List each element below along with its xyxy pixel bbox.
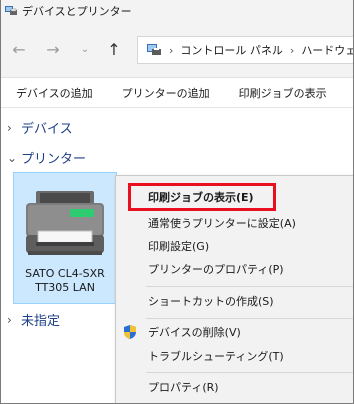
group-label: 未指定 bbox=[21, 314, 61, 329]
menu-item-set-default[interactable]: 通常使うプリンターに設定(A) bbox=[116, 212, 353, 234]
add-printer-button[interactable]: プリンターの追加 bbox=[122, 85, 210, 101]
menu-separator bbox=[146, 372, 353, 373]
menu-item-see-print-jobs[interactable]: 印刷ジョブの表示(E) bbox=[116, 186, 353, 208]
group-devices[interactable]: › デバイス bbox=[7, 118, 73, 138]
group-printers[interactable]: ⌄ プリンター bbox=[7, 148, 87, 168]
chevron-right-icon: › bbox=[289, 43, 295, 57]
printer-name-line-1: SATO CL4-SXR bbox=[25, 267, 105, 280]
add-device-button[interactable]: デバイスの追加 bbox=[16, 85, 93, 101]
menu-item-troubleshoot[interactable]: トラブルシューティング(T) bbox=[116, 345, 353, 367]
devices-printers-icon bbox=[4, 4, 18, 18]
menu-item-remove-device[interactable]: デバイスの削除(V) bbox=[116, 321, 353, 343]
printer-item[interactable]: SATO CL4-SXR TT305 LAN bbox=[13, 172, 117, 304]
window-title: デバイスとプリンター bbox=[22, 5, 132, 18]
chevron-right-icon: › bbox=[7, 312, 12, 327]
menu-item-properties[interactable]: プロパティ(R) bbox=[116, 376, 353, 398]
breadcrumb-control-panel[interactable]: コントロール パネル bbox=[180, 42, 283, 58]
arrow-left-icon[interactable]: ← bbox=[9, 40, 29, 60]
menu-separator bbox=[146, 318, 353, 319]
chevron-down-icon[interactable]: ⌄ bbox=[75, 40, 95, 60]
breadcrumb-hardware[interactable]: ハードウェアと bbox=[301, 42, 353, 58]
printer-name-line-2: TT305 LAN bbox=[35, 281, 95, 294]
address-bar[interactable]: › コントロール パネル › ハードウェアと bbox=[137, 36, 353, 64]
group-label: デバイス bbox=[21, 122, 73, 137]
command-bar: デバイスの追加 プリンターの追加 印刷ジョブの表示 プ bbox=[1, 78, 353, 108]
shield-icon bbox=[124, 325, 136, 339]
chevron-right-icon: › bbox=[169, 43, 174, 57]
arrow-up-icon[interactable]: ↑ bbox=[104, 40, 124, 60]
see-print-jobs-button[interactable]: 印刷ジョブの表示 bbox=[239, 85, 327, 101]
title-bar: デバイスとプリンター bbox=[1, 0, 353, 22]
arrow-right-icon[interactable]: → bbox=[43, 40, 63, 60]
chevron-down-icon: ⌄ bbox=[7, 150, 18, 165]
menu-item-printing-preferences[interactable]: 印刷設定(G) bbox=[116, 235, 353, 257]
navigation-bar: ← → ⌄ ↑ › コントロール パネル › ハードウェアと bbox=[1, 22, 353, 78]
menu-item-create-shortcut[interactable]: ショートカットの作成(S) bbox=[116, 290, 353, 312]
group-label: プリンター bbox=[21, 152, 87, 167]
context-menu: 印刷ジョブの表示(E) 通常使うプリンターに設定(A) 印刷設定(G) プリンタ… bbox=[115, 175, 353, 403]
printer-name: SATO CL4-SXR TT305 LAN bbox=[14, 267, 116, 295]
window: デバイスとプリンター ← → ⌄ ↑ › コントロール パネル › ハードウェア… bbox=[0, 0, 354, 404]
menu-separator bbox=[146, 286, 353, 287]
menu-item-label: デバイスの削除(V) bbox=[148, 326, 241, 339]
printer-icon bbox=[26, 191, 104, 255]
control-panel-icon bbox=[146, 42, 162, 59]
group-unspecified[interactable]: › 未指定 bbox=[7, 310, 61, 330]
chevron-right-icon: › bbox=[7, 120, 12, 135]
menu-item-printer-properties[interactable]: プリンターのプロパティ(P) bbox=[116, 258, 353, 280]
